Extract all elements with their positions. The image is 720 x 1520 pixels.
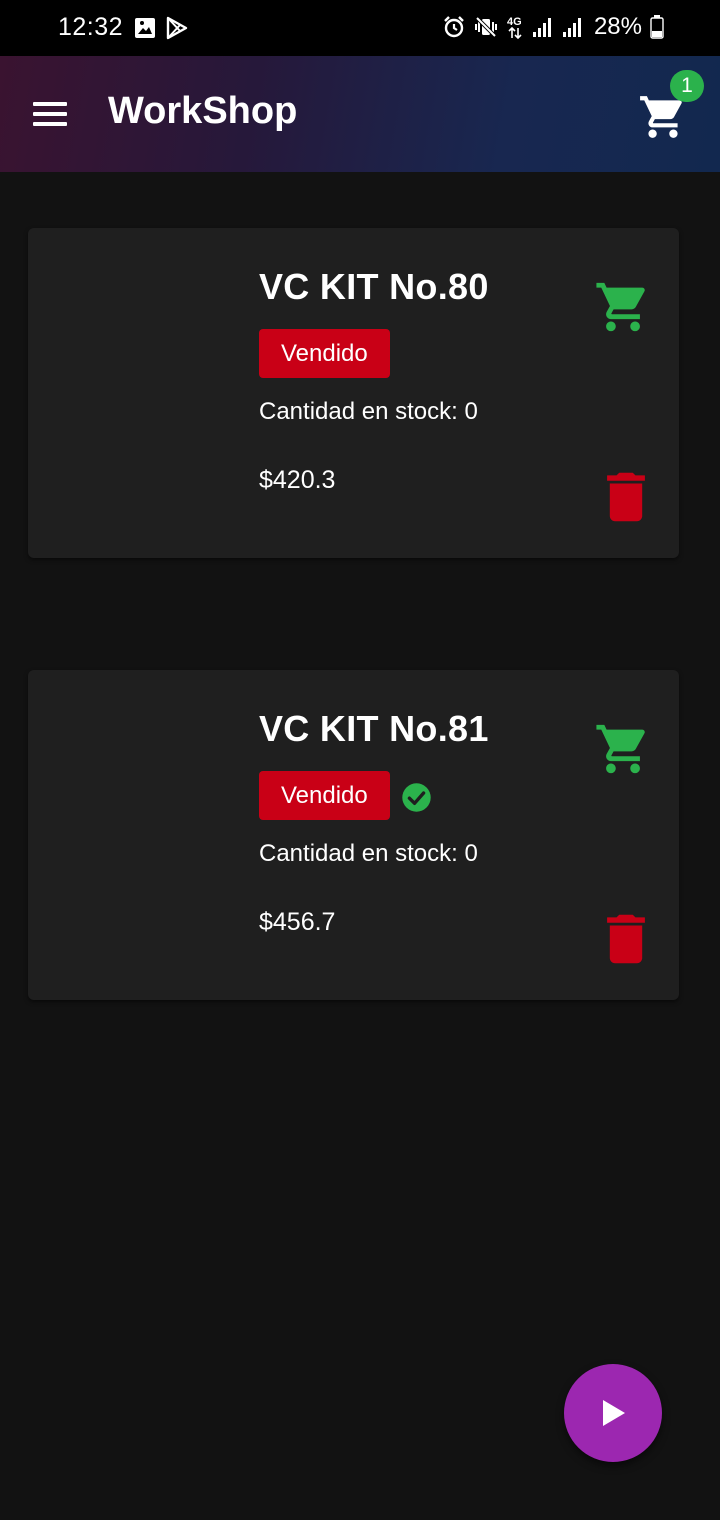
play-icon xyxy=(603,1400,625,1426)
product-price: $456.7 xyxy=(259,908,336,936)
delete-icon[interactable] xyxy=(604,912,648,966)
delete-icon[interactable] xyxy=(604,470,648,524)
stock-quantity: Cantidad en stock: 0 xyxy=(259,398,478,425)
play-button[interactable] xyxy=(564,1364,662,1462)
gallery-icon xyxy=(135,18,155,38)
signal-icon xyxy=(562,18,581,37)
status-left-icons xyxy=(134,16,188,40)
battery-percent: 28% xyxy=(593,13,642,40)
add-to-cart-icon[interactable] xyxy=(594,278,652,336)
status-right-icons: 4G 28% xyxy=(442,13,664,41)
svg-text:4G: 4G xyxy=(507,16,522,28)
stock-quantity: Cantidad en stock: 0 xyxy=(259,840,478,867)
status-bar: 12:32 4G 28% xyxy=(0,0,720,56)
battery-icon xyxy=(650,15,664,39)
add-to-cart-icon[interactable] xyxy=(594,720,652,778)
sold-badge: Vendido xyxy=(259,771,390,820)
vibrate-mute-icon xyxy=(474,16,497,38)
product-card[interactable]: VC KIT No.80 Vendido Cantidad en stock: … xyxy=(28,228,679,558)
alarm-icon xyxy=(444,16,464,38)
play-store-icon xyxy=(166,16,188,40)
menu-icon[interactable] xyxy=(30,98,70,130)
status-time: 12:32 xyxy=(58,13,124,41)
cart-count-badge: 1 xyxy=(670,70,704,102)
4g-icon: 4G xyxy=(507,16,522,40)
app-bar: WorkShop xyxy=(0,56,720,172)
app-title: WorkShop xyxy=(108,90,298,132)
product-card[interactable]: VC KIT No.81 Vendido Cantidad en stock: … xyxy=(28,670,679,1000)
signal-icon xyxy=(532,18,551,37)
product-price: $420.3 xyxy=(259,466,336,494)
product-name: VC KIT No.80 xyxy=(259,266,489,307)
product-name: VC KIT No.81 xyxy=(259,708,489,749)
check-circle-icon xyxy=(402,783,431,812)
sold-badge: Vendido xyxy=(259,329,390,378)
